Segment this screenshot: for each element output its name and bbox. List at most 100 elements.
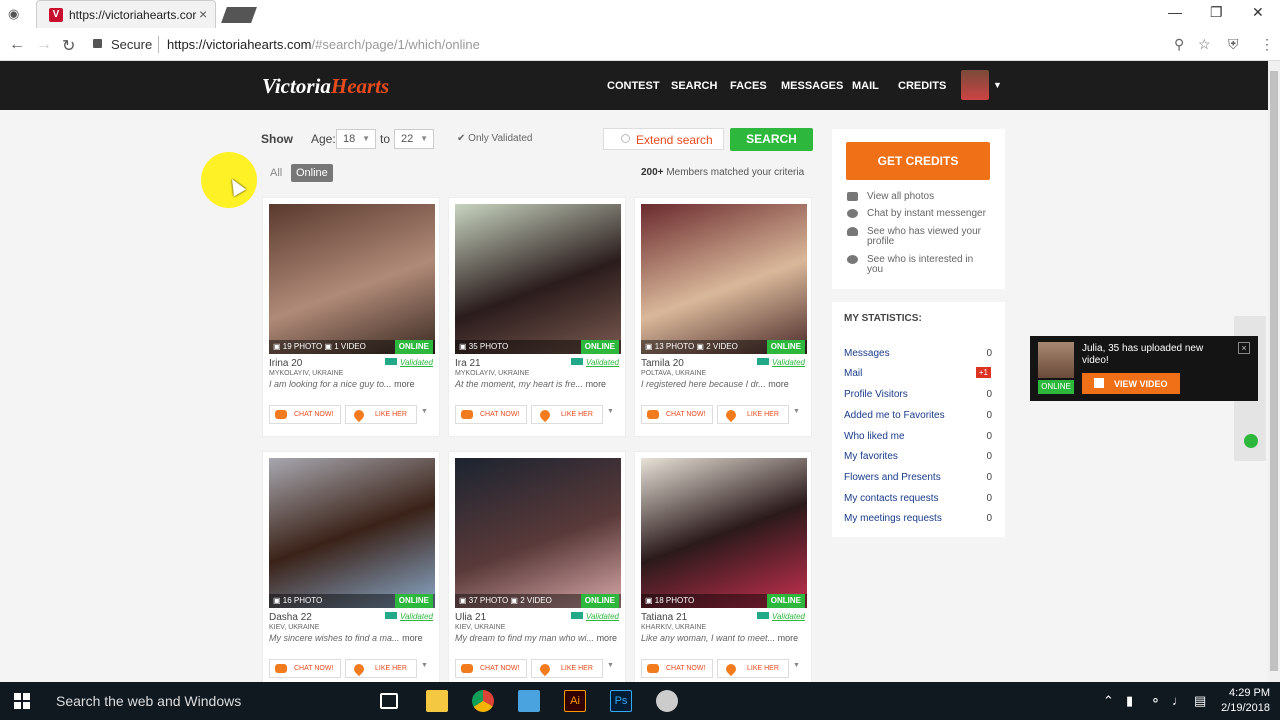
stat-row[interactable]: My favorites 0 [844, 451, 994, 462]
chevron-down-icon[interactable]: ▼ [607, 408, 614, 415]
paint-icon[interactable] [656, 690, 678, 712]
stat-row[interactable]: My meetings requests 0 [844, 513, 994, 524]
chat-bubble-icon[interactable] [1244, 434, 1258, 448]
stat-row[interactable]: Messages 0 [844, 348, 994, 359]
zoom-icon[interactable]: ⚲ [1174, 36, 1184, 53]
notifications-icon[interactable]: ▤ [1194, 693, 1206, 709]
profile-name[interactable]: Ulia 21 [455, 612, 486, 623]
more-link[interactable]: more [597, 633, 618, 643]
photoshop-icon[interactable]: Ps [610, 690, 632, 712]
chat-now-button[interactable]: CHAT NOW! [455, 659, 527, 678]
wifi-icon[interactable]: ⚬ [1150, 693, 1161, 709]
more-link[interactable]: more [768, 379, 789, 389]
forward-icon[interactable]: → [36, 36, 52, 54]
like-her-button[interactable]: LIKE HER [345, 405, 417, 424]
profile-photo[interactable] [455, 458, 621, 608]
like-her-button[interactable]: LIKE HER [717, 659, 789, 678]
chevron-down-icon[interactable]: ▼ [421, 408, 428, 415]
like-her-button[interactable]: LIKE HER [345, 659, 417, 678]
chevron-up-icon[interactable]: ⌃ [1103, 693, 1114, 709]
minimize-icon[interactable]: — [1168, 4, 1182, 20]
link-interested[interactable]: See who is interested in you [867, 255, 992, 275]
nav-faces[interactable]: FACES [730, 80, 767, 92]
profile-photo[interactable] [641, 204, 807, 354]
scrollbar-thumb[interactable] [1270, 71, 1278, 671]
nav-credits[interactable]: CREDITS [898, 80, 946, 92]
restore-icon[interactable]: ❐ [1210, 4, 1223, 21]
age-from-select[interactable]: 18 ▼ [336, 129, 376, 149]
profile-card[interactable]: ▣ 13 PHOTO ▣ 2 VIDEO ONLINE Tamila 20 Valid… [634, 197, 812, 437]
chevron-down-icon[interactable]: ▼ [607, 662, 614, 669]
back-icon[interactable]: ← [9, 36, 25, 54]
like-her-button[interactable]: LIKE HER [717, 405, 789, 424]
tab-online[interactable]: Online [291, 164, 333, 182]
stat-row[interactable]: Added me to Favorites 0 [844, 410, 994, 421]
clock[interactable]: 4:29 PM 2/19/2018 [1215, 686, 1270, 716]
search-button[interactable]: SEARCH [730, 128, 813, 151]
profile-photo[interactable] [455, 204, 621, 354]
illustrator-icon[interactable]: Ai [564, 690, 586, 712]
reload-icon[interactable]: ↻ [62, 36, 75, 56]
stat-row[interactable]: Mail +1 [844, 367, 994, 379]
windows-start-icon[interactable] [14, 693, 30, 709]
link-chat-messenger[interactable]: Chat by instant messenger [867, 209, 992, 219]
chrome-icon[interactable] [472, 690, 494, 712]
view-video-button[interactable]: VIEW VIDEO [1082, 373, 1180, 394]
close-window-icon[interactable]: ✕ [1252, 4, 1264, 21]
like-her-button[interactable]: LIKE HER [531, 659, 603, 678]
profile-name[interactable]: Tatiana 21 [641, 612, 687, 623]
battery-icon[interactable]: ▮ [1126, 693, 1133, 709]
task-view-icon[interactable] [380, 693, 398, 709]
stat-row[interactable]: Flowers and Presents 0 [844, 472, 994, 483]
tab-close-icon[interactable]: × [199, 6, 207, 22]
profile-name[interactable]: Dasha 22 [269, 612, 312, 623]
profile-card[interactable]: ▣ 16 PHOTO ONLINE Dasha 22 Validated KIEV, U… [262, 451, 440, 691]
app-icon[interactable] [518, 690, 540, 712]
link-view-all-photos[interactable]: View all photos [867, 192, 992, 202]
like-her-button[interactable]: LIKE HER [531, 405, 603, 424]
age-to-select[interactable]: 22 ▼ [394, 129, 434, 149]
chat-now-button[interactable]: CHAT NOW! [269, 659, 341, 678]
chevron-down-icon[interactable]: ▼ [421, 662, 428, 669]
taskbar-search[interactable]: Search the web and Windows [56, 693, 241, 709]
get-credits-button[interactable]: GET CREDITS [846, 142, 990, 180]
shield-icon[interactable]: ⛨ [1228, 36, 1239, 53]
stat-row[interactable]: Profile Visitors 0 [844, 389, 994, 400]
tab-all[interactable]: All [266, 164, 286, 182]
profile-name[interactable]: Irina 20 [269, 358, 302, 369]
chat-now-button[interactable]: CHAT NOW! [641, 659, 713, 678]
close-icon[interactable]: × [1238, 342, 1250, 354]
nav-mail[interactable]: MAIL [852, 80, 879, 92]
profile-name[interactable]: Tamila 20 [641, 358, 684, 369]
volume-icon[interactable]: ♩ [1172, 693, 1185, 708]
more-link[interactable]: more [402, 633, 423, 643]
site-logo[interactable]: VictoriaHearts [262, 74, 389, 99]
profile-card[interactable]: ▣ 37 PHOTO ▣ 2 VIDEO ONLINE Ulia 21 Validat… [448, 451, 626, 691]
menu-dots-icon[interactable]: ⋮ [1260, 36, 1274, 53]
profile-photo[interactable] [269, 204, 435, 354]
chat-now-button[interactable]: CHAT NOW! [269, 405, 341, 424]
nav-search[interactable]: SEARCH [671, 80, 717, 92]
chat-now-button[interactable]: CHAT NOW! [641, 405, 713, 424]
more-link[interactable]: more [394, 379, 415, 389]
only-validated-checkbox[interactable]: ✔ Only Validated [457, 133, 532, 144]
nav-messages[interactable]: MESSAGES [781, 80, 843, 92]
chevron-down-icon[interactable]: ▼ [793, 662, 800, 669]
stat-row[interactable]: Who liked me 0 [844, 431, 994, 442]
profile-card[interactable]: ▣ 18 PHOTO ONLINE Tatiana 21 Validated KHARK… [634, 451, 812, 691]
page-scrollbar[interactable] [1268, 61, 1280, 682]
chevron-down-icon[interactable]: ▼ [993, 80, 1002, 90]
profile-name[interactable]: Ira 21 [455, 358, 481, 369]
chevron-down-icon[interactable]: ▼ [793, 408, 800, 415]
url-field[interactable]: https://victoriahearts.com/#search/page/… [167, 37, 480, 52]
link-viewed-profile[interactable]: See who has viewed your profile [867, 227, 992, 247]
profile-card[interactable]: ▣ 19 PHOTO ▣ 1 VIDEO ONLINE Irina 20 Valida… [262, 197, 440, 437]
new-tab-button[interactable] [221, 7, 257, 23]
extend-search-button[interactable]: Extend search [603, 128, 724, 150]
browser-tab[interactable]: V https://victoriahearts.cor × [36, 0, 216, 28]
more-link[interactable]: more [778, 633, 799, 643]
user-avatar[interactable] [961, 70, 989, 100]
nav-contest[interactable]: CONTEST [607, 80, 660, 92]
chat-now-button[interactable]: CHAT NOW! [455, 405, 527, 424]
profile-card[interactable]: ▣ 35 PHOTO ONLINE Ira 21 Validated MYKOLAYIV… [448, 197, 626, 437]
